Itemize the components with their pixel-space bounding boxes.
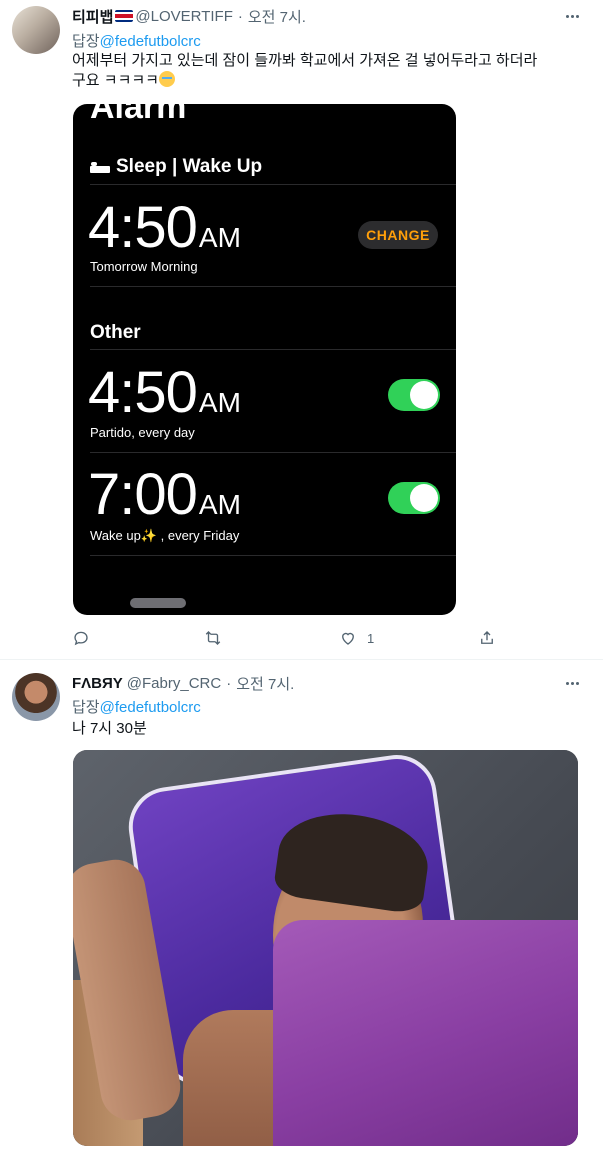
divider bbox=[90, 349, 456, 350]
sleep-alarm-time: 4:50AM bbox=[88, 199, 241, 257]
alarm1-toggle[interactable] bbox=[388, 379, 440, 411]
alarm2-toggle[interactable] bbox=[388, 482, 440, 514]
mention-link[interactable]: @fedefutbolcrc bbox=[100, 33, 201, 50]
avatar[interactable] bbox=[12, 673, 60, 721]
sleeping-man-photo[interactable] bbox=[73, 750, 578, 1146]
tweet-text: 어제부터 가지고 있는데 잠이 들까봐 학교에서 가져온 걸 넣어두라고 하더라… bbox=[72, 51, 582, 91]
reply-icon bbox=[74, 631, 88, 646]
retweet-button[interactable] bbox=[204, 628, 232, 648]
tweet-header: 티피뱁 @LOVERTIFF · 오전 7시. bbox=[72, 6, 306, 26]
sleep-section-label: Sleep | Wake Up bbox=[116, 156, 263, 177]
avatar[interactable] bbox=[12, 6, 60, 54]
tweet-text-line: 어제부터 가지고 있는데 잠이 들까봐 학교에서 가져온 걸 넣어두라고 하더라 bbox=[72, 52, 538, 69]
display-name[interactable]: 티피뱁 bbox=[72, 6, 113, 27]
sleep-time-value: 4:50 bbox=[88, 195, 198, 260]
alarm2-ampm: AM bbox=[198, 489, 241, 520]
divider bbox=[90, 452, 456, 453]
reply-button[interactable] bbox=[72, 628, 100, 648]
alarm1-label: Partido, every day bbox=[90, 425, 195, 440]
alarm-screenshot[interactable]: Alarm Sleep | Wake Up 4:50AM CHANGE Tomo… bbox=[73, 104, 456, 615]
alarm1-ampm: AM bbox=[198, 387, 241, 418]
mention-link[interactable]: @fedefutbolcrc bbox=[100, 699, 201, 716]
replying-to: 답장@fedefutbolcrc bbox=[72, 30, 201, 51]
alarm1-time: 4:50AM bbox=[88, 364, 241, 422]
handle[interactable]: @LOVERTIFF bbox=[135, 8, 232, 25]
divider bbox=[90, 184, 456, 185]
alarm1-time-value: 4:50 bbox=[88, 360, 198, 425]
share-icon bbox=[481, 631, 493, 644]
tweet-header: FΛBЯY @Fabry_CRC · 오전 7시. bbox=[72, 673, 294, 693]
heart-icon bbox=[342, 632, 354, 645]
replying-prefix: 답장 bbox=[72, 33, 100, 50]
alarm2-time: 7:00AM bbox=[88, 466, 241, 524]
divider bbox=[90, 286, 456, 287]
bed-icon bbox=[90, 161, 110, 173]
other-section-title: Other bbox=[90, 322, 141, 343]
display-name[interactable]: FΛBЯY bbox=[72, 675, 123, 692]
handle[interactable]: @Fabry_CRC bbox=[127, 675, 221, 692]
more-options-icon[interactable] bbox=[561, 673, 583, 693]
timestamp[interactable]: 오전 7시. bbox=[236, 673, 294, 694]
sleep-ampm: AM bbox=[198, 222, 241, 253]
share-button[interactable] bbox=[478, 628, 496, 648]
tweet-actions: 1 bbox=[72, 628, 502, 648]
home-indicator bbox=[130, 598, 186, 608]
change-button[interactable]: CHANGE bbox=[358, 221, 438, 249]
replying-to: 답장@fedefutbolcrc bbox=[72, 696, 201, 717]
tweet-text: 나 7시 30분 bbox=[72, 720, 147, 737]
timestamp[interactable]: 오전 7시. bbox=[248, 6, 306, 27]
tweet-lovertiff[interactable]: 티피뱁 @LOVERTIFF · 오전 7시. 답장@fedefutbolcrc… bbox=[0, 0, 603, 660]
sleep-section-title: Sleep | Wake Up bbox=[90, 156, 262, 178]
replying-prefix: 답장 bbox=[72, 699, 100, 716]
purple-blanket bbox=[273, 920, 578, 1146]
alarm2-label: Wake up✨ , every Friday bbox=[90, 528, 240, 543]
retweet-icon bbox=[205, 631, 221, 645]
separator-dot: · bbox=[226, 674, 232, 692]
more-options-icon[interactable] bbox=[561, 6, 583, 26]
crying-face-icon bbox=[158, 71, 175, 87]
alarm2-time-value: 7:00 bbox=[88, 462, 198, 527]
sleep-alarm-label: Tomorrow Morning bbox=[90, 259, 198, 274]
alarm-title: Alarm bbox=[90, 104, 187, 126]
like-button[interactable]: 1 bbox=[339, 628, 374, 648]
tweet-text-line: 구요 ㅋㅋㅋㅋ bbox=[72, 72, 159, 89]
like-count: 1 bbox=[367, 630, 375, 646]
divider bbox=[90, 555, 456, 556]
separator-dot: · bbox=[237, 7, 243, 25]
costa-rica-flag-icon bbox=[115, 10, 134, 22]
